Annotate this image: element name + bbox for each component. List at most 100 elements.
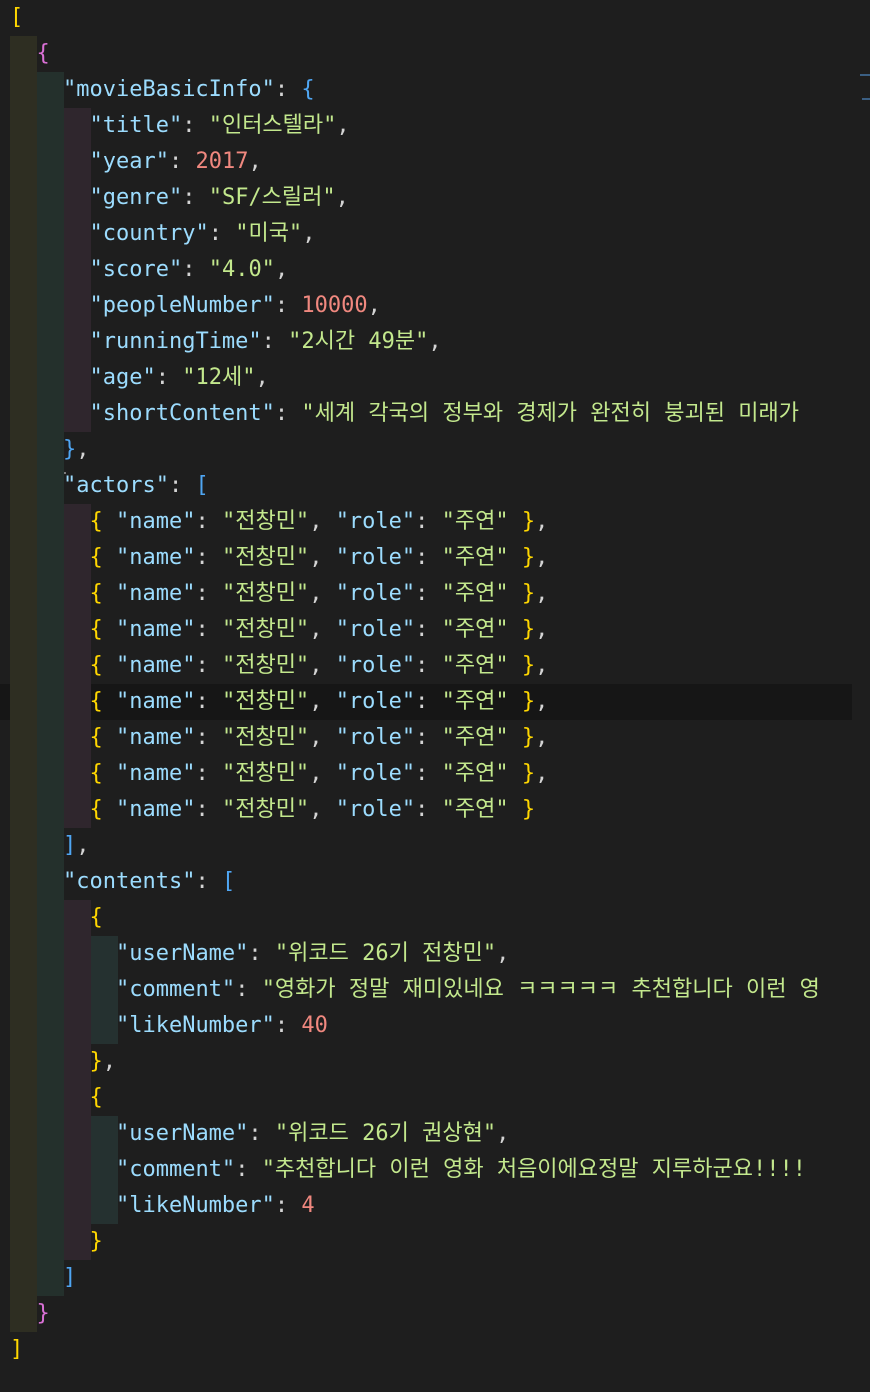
code-token: "score" (89, 257, 183, 282)
code-line[interactable]: "year": 2017, (0, 144, 852, 180)
code-line[interactable]: "movieBasicInfo": { (0, 72, 852, 108)
code-line[interactable]: "shortContent": "세계 각국의 정부와 경제가 완전히 붕괴된 … (0, 396, 852, 432)
code-line[interactable]: { "name": "전창민", "role": "주연" }, (0, 540, 852, 576)
code-text: { (10, 900, 102, 936)
code-line[interactable]: "title": "인터스텔라", (0, 108, 852, 144)
code-token: } (89, 1229, 103, 1254)
code-token: , (76, 437, 90, 462)
code-line[interactable]: "userName": "위코드 26기 전창민", (0, 936, 852, 972)
code-line[interactable]: "comment": "영화가 정말 재미있네요 ㅋㅋㅋㅋㅋ 추천합니다 이런 … (0, 972, 852, 1008)
code-token: , (367, 293, 381, 318)
code-line[interactable]: ] (0, 1332, 852, 1368)
code-token: : (235, 1157, 262, 1182)
code-line[interactable]: "likeNumber": 40 (0, 1008, 852, 1044)
code-line[interactable]: "actors": [ (0, 468, 852, 504)
code-line[interactable]: { (0, 1080, 852, 1116)
code-line[interactable]: { (0, 36, 852, 72)
code-line[interactable]: [ (0, 0, 852, 36)
code-text: "year": 2017, (10, 144, 261, 180)
code-line[interactable]: "score": "4.0", (0, 252, 852, 288)
code-token: "위코드 26기 전창민" (274, 941, 497, 966)
code-line[interactable]: }, (0, 1044, 852, 1080)
code-token: , (535, 617, 549, 642)
code-line[interactable]: "runningTime": "2시간 49분", (0, 324, 852, 360)
code-line[interactable]: } (0, 1296, 852, 1332)
code-line[interactable]: } (0, 1224, 852, 1260)
code-token: "year" (89, 149, 169, 174)
code-token: , (535, 689, 549, 714)
code-line[interactable]: "age": "12세", (0, 360, 852, 396)
code-token: "userName" (115, 941, 249, 966)
code-editor[interactable]: [ { "movieBasicInfo": { "title": "인터스텔라"… (0, 0, 870, 1392)
code-text: ] (10, 1332, 23, 1368)
code-token: { (36, 41, 50, 66)
code-text: }, (10, 432, 90, 468)
code-line[interactable]: }, (0, 432, 852, 468)
code-text: "userName": "위코드 26기 권상현", (10, 1116, 509, 1152)
code-token: "name" (115, 617, 196, 642)
code-token: , (496, 1121, 510, 1146)
code-token: : (248, 941, 275, 966)
code-line[interactable]: { "name": "전창민", "role": "주연" }, (0, 684, 852, 720)
code-token: "role" (335, 797, 416, 822)
code-line[interactable]: { "name": "전창민", "role": "주연" }, (0, 720, 852, 756)
code-text: { "name": "전창민", "role": "주연" } (10, 792, 535, 828)
code-line[interactable]: ] (0, 1260, 852, 1296)
code-line[interactable]: "contents": [ (0, 864, 852, 900)
code-token: : (208, 221, 236, 246)
code-token: "주연" (441, 689, 509, 714)
code-token: "name" (115, 725, 196, 750)
code-line[interactable]: { "name": "전창민", "role": "주연" }, (0, 648, 852, 684)
code-token: "likeNumber" (115, 1193, 275, 1218)
code-token: "인터스텔라" (208, 113, 337, 138)
code-line[interactable]: "genre": "SF/스릴러", (0, 180, 852, 216)
code-token: "movieBasicInfo" (62, 77, 275, 102)
code-token: "title" (89, 113, 183, 138)
code-line[interactable]: "likeNumber": 4 (0, 1188, 852, 1224)
code-line[interactable]: "comment": "추천합니다 이런 영화 처음이에요정말 지루하군요!!!… (0, 1152, 852, 1188)
code-token: , (309, 725, 336, 750)
code-token: , (336, 113, 350, 138)
code-token: "peopleNumber" (89, 293, 275, 318)
code-token: "name" (115, 581, 196, 606)
code-line[interactable]: { "name": "전창민", "role": "주연" }, (0, 504, 852, 540)
code-line[interactable]: { "name": "전창민", "role": "주연" }, (0, 756, 852, 792)
code-text: "userName": "위코드 26기 전창민", (10, 936, 509, 972)
code-token: "genre" (89, 185, 183, 210)
code-token: "role" (335, 653, 416, 678)
code-line[interactable]: { "name": "전창민", "role": "주연" }, (0, 576, 852, 612)
code-token: { (89, 545, 103, 570)
code-line[interactable]: { (0, 900, 852, 936)
code-text: { "name": "전창민", "role": "주연" }, (10, 576, 548, 612)
code-token: : (274, 1013, 302, 1038)
code-text: }, (10, 1044, 116, 1080)
code-line[interactable]: ], (0, 828, 852, 864)
code-token: "주연" (441, 509, 509, 534)
code-line[interactable]: "userName": "위코드 26기 권상현", (0, 1116, 852, 1152)
code-token: "전창민" (221, 617, 310, 642)
code-line[interactable]: { "name": "전창민", "role": "주연" }, (0, 612, 852, 648)
code-token: : (168, 473, 196, 498)
code-token: [ (10, 5, 24, 30)
code-line[interactable]: "country": "미국", (0, 216, 852, 252)
code-token: { (89, 653, 103, 678)
code-line[interactable]: { "name": "전창민", "role": "주연" } (0, 792, 852, 828)
code-token: } (521, 797, 536, 822)
code-line[interactable]: "peopleNumber": 10000, (0, 288, 852, 324)
